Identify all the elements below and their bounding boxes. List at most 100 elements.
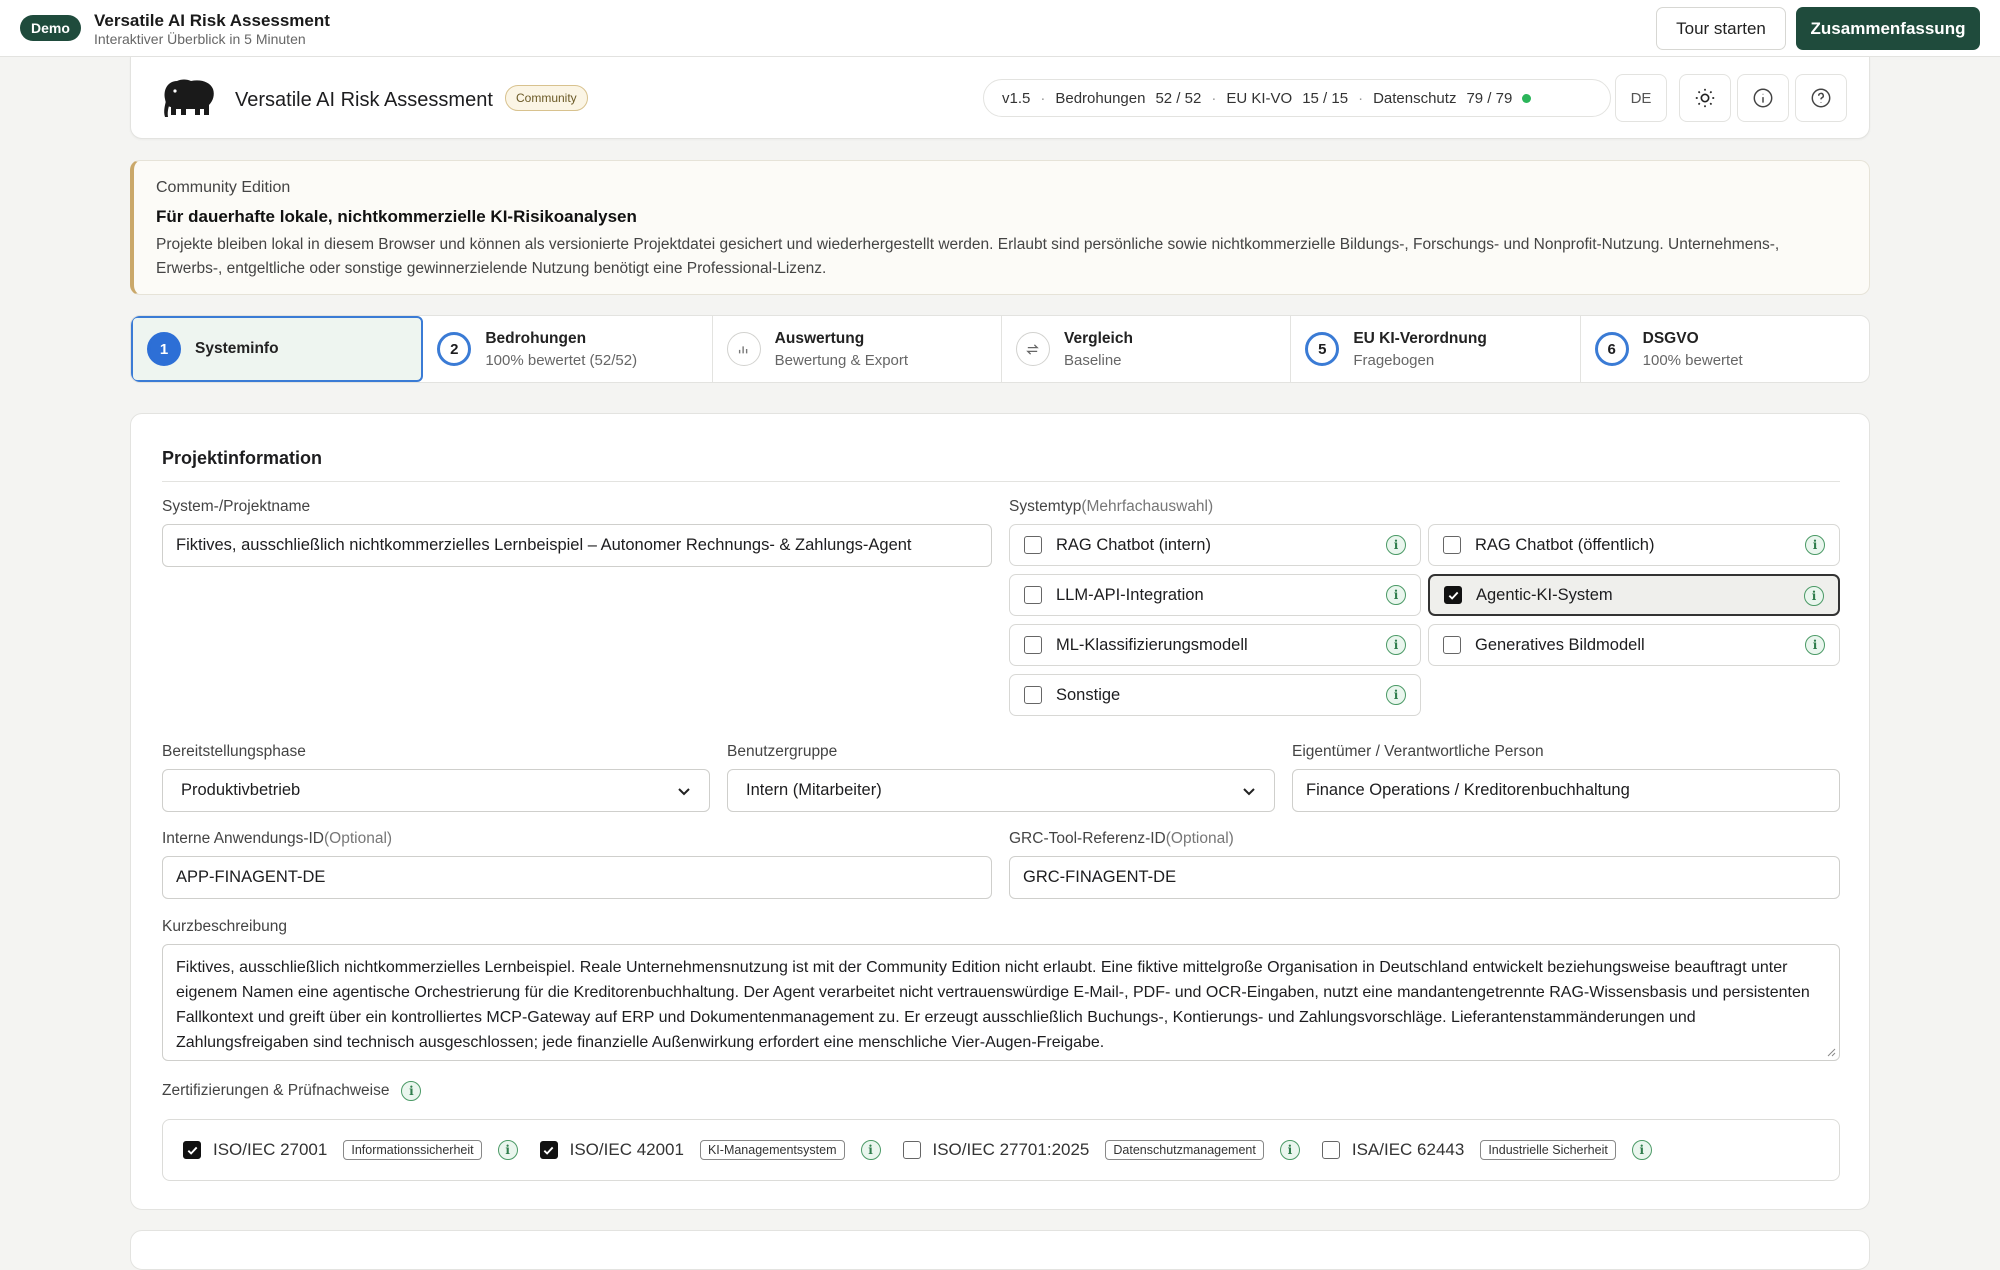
resize-grip-icon[interactable]: [1826, 1047, 1836, 1057]
step-number: 1: [147, 332, 181, 366]
checkbox[interactable]: [1443, 636, 1461, 654]
description-textarea[interactable]: Fiktives, ausschließlich nichtkommerziel…: [162, 944, 1840, 1061]
check-icon: [543, 1146, 554, 1155]
cert-iso42001[interactable]: ISO/IEC 42001 KI-Managementsystem i: [539, 1140, 881, 1160]
systype-label-text: Agentic-KI-System: [1476, 585, 1613, 604]
notice-edition: Community Edition: [156, 179, 291, 196]
systype-other[interactable]: Sonstige i: [1009, 674, 1421, 716]
step-label: Systeminfo: [195, 340, 279, 357]
systype-rag-internal[interactable]: RAG Chatbot (intern) i: [1009, 524, 1421, 566]
euai-stat-label: EU KI-VO: [1226, 89, 1293, 107]
checkbox[interactable]: [1443, 536, 1461, 554]
project-name-label: System-/Projektname: [162, 498, 311, 515]
info-icon[interactable]: i: [1805, 535, 1825, 555]
project-name-input[interactable]: [162, 524, 992, 567]
step-label: Vergleich: [1063, 329, 1133, 347]
top-bar: Demo Versatile AI Risk Assessment Intera…: [0, 0, 2000, 57]
users-label: Benutzergruppe: [727, 743, 838, 760]
checkbox[interactable]: [1321, 1141, 1340, 1159]
step-compare[interactable]: Vergleich Baseline: [1002, 316, 1292, 382]
checkbox[interactable]: [1024, 586, 1042, 604]
cert-name: ISA/IEC 62443: [1351, 1140, 1465, 1159]
checkbox-checked[interactable]: [539, 1141, 558, 1159]
step-label: EU KI-Verordnung: [1353, 329, 1487, 347]
appid-input[interactable]: [162, 856, 992, 899]
systype-agentic[interactable]: Agentic-KI-System i: [1428, 574, 1840, 616]
info-icon[interactable]: i: [1631, 1140, 1652, 1160]
info-icon[interactable]: i: [401, 1081, 422, 1101]
step-threats[interactable]: 2 Bedrohungen 100% bewertet (52/52): [423, 316, 713, 382]
euai-stat-value: 15 / 15: [1302, 89, 1349, 107]
step-label: Auswertung: [774, 329, 865, 347]
next-section-card: [130, 1230, 1870, 1270]
step-eu-ai-act[interactable]: 5 EU KI-Verordnung Fragebogen: [1291, 316, 1581, 382]
systype-rag-public[interactable]: RAG Chatbot (öffentlich) i: [1428, 524, 1840, 566]
cert-tag: KI-Managementsystem: [699, 1140, 845, 1160]
phase-select[interactable]: Produktivbetrieb: [162, 769, 710, 812]
owner-input[interactable]: [1292, 769, 1840, 812]
systype-label-text: LLM-API-Integration: [1056, 585, 1204, 604]
cert-iso27701[interactable]: ISO/IEC 27701:2025 Datenschutzmanagement…: [902, 1140, 1300, 1160]
bar-chart-icon: [726, 332, 761, 366]
info-icon[interactable]: i: [1386, 535, 1406, 555]
cert-name: ISO/IEC 27701:2025: [932, 1140, 1090, 1159]
checkbox-checked[interactable]: [1444, 586, 1462, 604]
top-title: Versatile AI Risk Assessment: [94, 11, 330, 30]
threats-stat-label: Bedrohungen: [1055, 89, 1146, 107]
info-icon[interactable]: i: [1804, 586, 1824, 606]
step-gdpr[interactable]: 6 DSGVO 100% bewertet: [1581, 316, 1869, 382]
check-icon: [187, 1146, 197, 1155]
info-icon[interactable]: i: [1279, 1140, 1300, 1160]
step-sub: Fragebogen: [1353, 351, 1435, 369]
summary-button[interactable]: Zusammenfassung: [1796, 7, 1980, 50]
users-select[interactable]: Intern (Mitarbeiter): [727, 769, 1275, 812]
systype-gen-image[interactable]: Generatives Bildmodell i: [1428, 624, 1840, 666]
info-icon[interactable]: i: [1805, 635, 1825, 655]
wizard-stepper: 1 Systeminfo 2 Bedrohungen 100% bewertet…: [130, 315, 1870, 383]
systype-label-text: RAG Chatbot (öffentlich): [1475, 535, 1655, 554]
version-label: v1.5: [1002, 89, 1031, 107]
language-button[interactable]: DE: [1615, 74, 1667, 122]
step-evaluation[interactable]: Auswertung Bewertung & Export: [713, 316, 1002, 382]
systype-ml-classifier[interactable]: ML-Klassifizierungsmodell i: [1009, 624, 1421, 666]
info-button[interactable]: [1737, 74, 1789, 122]
grc-input[interactable]: [1009, 856, 1840, 899]
checkbox[interactable]: [1024, 636, 1042, 654]
cert-iso27001[interactable]: ISO/IEC 27001 Informationssicherheit i: [183, 1140, 518, 1160]
sun-icon: [1695, 88, 1715, 108]
cert-name: ISO/IEC 27001: [213, 1140, 328, 1159]
help-button[interactable]: [1795, 74, 1847, 122]
checkbox[interactable]: [902, 1141, 921, 1159]
cert-tag: Datenschutzmanagement: [1105, 1140, 1264, 1160]
systype-llm-api[interactable]: LLM-API-Integration i: [1009, 574, 1421, 616]
chevron-down-icon: [678, 787, 690, 795]
threats-stat-value: 52 / 52: [1155, 89, 1202, 107]
privacy-stat-label: Datenschutz: [1373, 89, 1457, 107]
users-value: Intern (Mitarbeiter): [746, 781, 882, 799]
checkbox-checked[interactable]: [183, 1141, 201, 1159]
checkbox[interactable]: [1024, 686, 1042, 704]
info-icon[interactable]: i: [860, 1140, 881, 1160]
systype-label-text: RAG Chatbot (intern): [1056, 535, 1211, 554]
theme-toggle-button[interactable]: [1679, 74, 1731, 122]
cert-isa62443[interactable]: ISA/IEC 62443 Industrielle Sicherheit i: [1321, 1140, 1652, 1160]
info-icon[interactable]: i: [1386, 585, 1406, 605]
info-icon[interactable]: i: [1386, 685, 1406, 705]
step-sub: 100% bewertet: [1642, 351, 1743, 369]
step-number: 6: [1594, 332, 1629, 366]
cert-name: ISO/IEC 42001: [569, 1140, 684, 1159]
cert-tag: Industrielle Sicherheit: [1480, 1140, 1616, 1160]
tour-start-button[interactable]: Tour starten: [1656, 7, 1786, 50]
step-label: Bedrohungen: [485, 329, 587, 347]
checkbox[interactable]: [1024, 536, 1042, 554]
elephant-logo-icon: [164, 79, 214, 117]
app-header: Versatile AI Risk Assessment Community v…: [130, 57, 1870, 139]
systype-label-text: ML-Klassifizierungsmodell: [1056, 635, 1248, 654]
step-sub: 100% bewertet (52/52): [485, 351, 638, 369]
step-systeminfo[interactable]: 1 Systeminfo: [131, 316, 424, 382]
info-icon[interactable]: i: [497, 1140, 518, 1160]
notice-title: Für dauerhafte lokale, nichtkommerzielle…: [156, 207, 637, 226]
info-icon[interactable]: i: [1386, 635, 1406, 655]
step-number: 5: [1305, 332, 1340, 366]
certs-label: Zertifizierungen & Prüfnachweise i: [162, 1081, 422, 1101]
